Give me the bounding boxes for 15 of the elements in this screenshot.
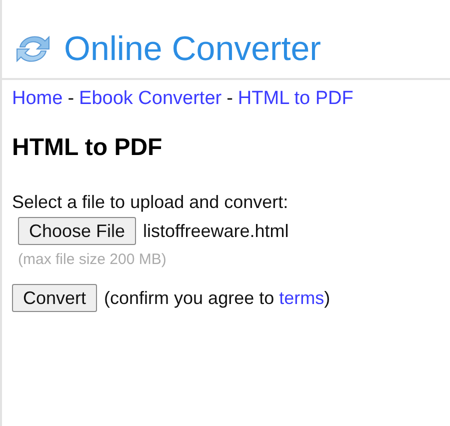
page-heading: HTML to PDF [12, 134, 164, 162]
file-name: listoffreeware.html [143, 220, 289, 242]
breadcrumb-link[interactable]: HTML to PDF [238, 88, 354, 110]
breadcrumb-link[interactable]: Ebook Converter [79, 88, 222, 110]
convert-button[interactable]: Convert [12, 284, 98, 312]
breadcrumb-separator: - [68, 88, 74, 110]
site-title: Online Converter [64, 30, 322, 68]
upload-label: Select a file to upload and convert: [12, 192, 290, 213]
refresh-arrows-icon [14, 33, 52, 65]
choose-file-button[interactable]: Choose File [18, 217, 136, 245]
breadcrumb-link[interactable]: Home [12, 88, 63, 110]
terms-link[interactable]: terms [279, 288, 324, 308]
file-size-hint: (max file size 200 MB) [18, 251, 168, 268]
terms-note: (confirm you agree to terms) [104, 288, 330, 308]
breadcrumb-separator: - [226, 88, 233, 110]
